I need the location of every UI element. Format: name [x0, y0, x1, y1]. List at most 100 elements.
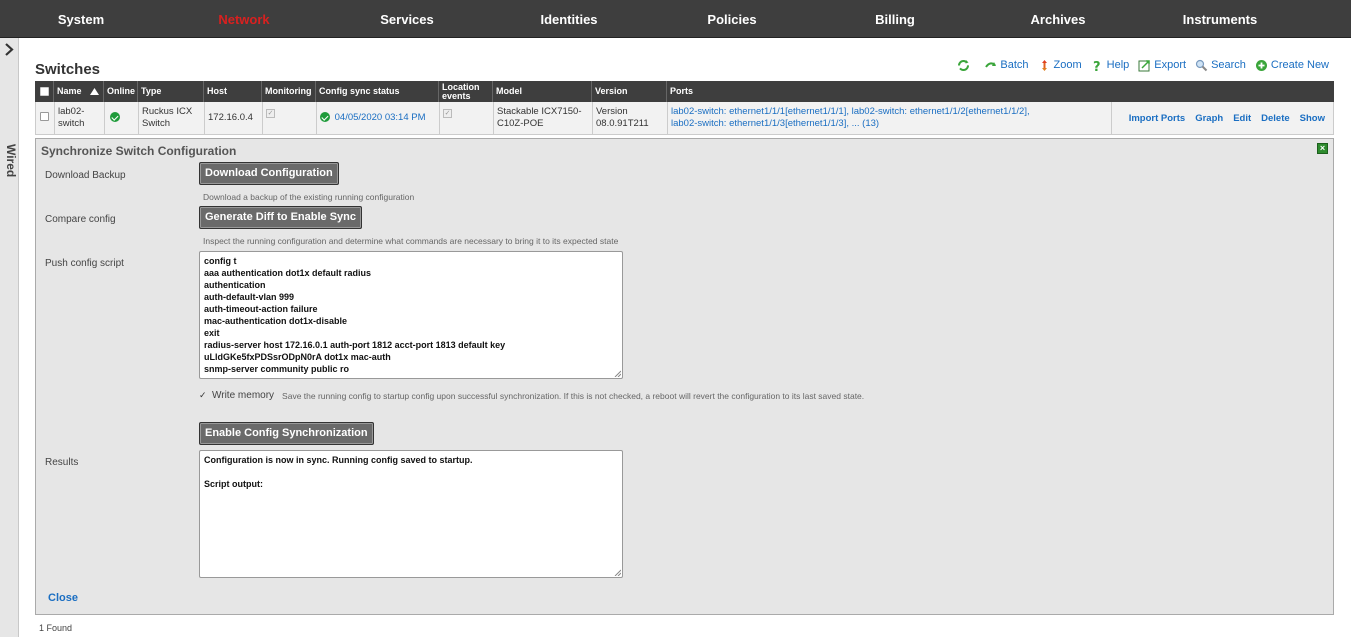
script-line: auth-default-vlan 999	[204, 292, 295, 302]
search-label: Search	[1211, 59, 1246, 71]
nav-instruments[interactable]: Instruments	[1183, 0, 1257, 38]
panel-title: Synchronize Switch Configuration	[41, 144, 237, 158]
select-all-checkbox[interactable]	[39, 87, 49, 96]
header-monitoring[interactable]: Monitoring	[262, 81, 316, 102]
delete-link[interactable]: Delete	[1261, 113, 1290, 124]
page-title: Switches	[35, 61, 101, 78]
resize-handle-icon[interactable]	[614, 569, 621, 576]
header-ports[interactable]: Ports	[667, 81, 1334, 102]
download-configuration-button[interactable]: Download Configuration	[199, 162, 339, 185]
top-nav: System Network Services Identities Polic…	[0, 0, 1351, 38]
edit-link[interactable]: Edit	[1233, 113, 1251, 124]
ports-link-line2[interactable]: lab02-switch: ethernet1/1/3[ethernet1/1/…	[671, 118, 1108, 130]
header-name-label: Name	[57, 86, 82, 96]
graph-link[interactable]: Graph	[1195, 113, 1223, 124]
script-line: authentication	[204, 280, 266, 290]
refresh-button[interactable]	[957, 59, 973, 72]
batch-icon	[985, 61, 997, 68]
script-line: snmp-server community public ro	[204, 364, 350, 374]
monitoring-check-icon: ✓	[266, 109, 275, 118]
nav-policies[interactable]: Policies	[707, 0, 756, 38]
import-ports-link[interactable]: Import Ports	[1129, 113, 1185, 124]
enable-config-sync-button[interactable]: Enable Config Synchronization	[199, 422, 374, 445]
row-host: 172.16.0.4	[205, 102, 263, 134]
row-model: Stackable ICX7150-C10Z-POE	[494, 102, 593, 134]
push-config-label: Push config script	[45, 258, 124, 269]
header-version[interactable]: Version	[592, 81, 667, 102]
select-all-header	[35, 81, 54, 102]
write-memory-row: ✓ Write memory Save the running config t…	[199, 390, 864, 401]
header-name[interactable]: Name	[54, 81, 104, 102]
row-actions: Import Ports Graph Edit Delete Show	[1119, 102, 1325, 134]
generate-diff-button[interactable]: Generate Diff to Enable Sync	[199, 206, 362, 229]
nav-identities[interactable]: Identities	[540, 0, 597, 38]
row-checkbox[interactable]	[40, 112, 49, 121]
export-button[interactable]: Export	[1138, 59, 1186, 72]
results-label: Results	[45, 457, 79, 468]
help-label: Help	[1106, 59, 1130, 71]
svg-text:?: ?	[1093, 60, 1101, 72]
header-model[interactable]: Model	[493, 81, 592, 102]
help-icon: ?	[1093, 60, 1101, 72]
write-memory-help: Save the running config to startup confi…	[282, 390, 865, 401]
header-host[interactable]: Host	[204, 81, 262, 102]
nav-services[interactable]: Services	[380, 0, 434, 38]
table-row[interactable]: lab02-switch Ruckus ICX Switch 172.16.0.…	[35, 102, 1334, 135]
search-icon	[1195, 59, 1208, 71]
nav-network[interactable]: Network	[218, 0, 269, 38]
resize-handle-icon[interactable]	[614, 370, 621, 377]
nav-archives[interactable]: Archives	[1031, 0, 1086, 38]
wired-tab-label: Wired	[4, 144, 18, 178]
write-memory-checkbox[interactable]: ✓	[199, 391, 208, 400]
results-line: Script output:	[204, 479, 263, 489]
row-ports-cell: lab02-switch: ethernet1/1/1[ethernet1/1/…	[668, 102, 1112, 134]
online-check-icon	[110, 112, 120, 123]
results-line-blank	[204, 466, 618, 478]
wired-side-tab[interactable]: Wired	[0, 38, 19, 637]
script-line: exit	[204, 328, 220, 338]
search-button[interactable]: Search	[1195, 59, 1246, 72]
results-line: Configuration is now in sync. Running co…	[204, 455, 473, 465]
compare-config-label: Compare config	[45, 214, 116, 225]
zoom-label: Zoom	[1053, 59, 1082, 71]
script-line: config t	[204, 256, 237, 266]
table-header: Name Online Type Host Monitoring Config …	[35, 81, 1334, 102]
config-sync-link[interactable]: 04/05/2020 03:14 PM	[335, 112, 426, 123]
nav-system[interactable]: System	[58, 0, 104, 38]
row-location-cell: ✓	[440, 102, 494, 134]
chevron-right-icon[interactable]	[3, 43, 16, 56]
show-link[interactable]: Show	[1300, 113, 1325, 124]
row-name: lab02-switch	[55, 102, 105, 134]
header-online[interactable]: Online	[104, 81, 138, 102]
row-select-cell	[36, 102, 55, 134]
header-type[interactable]: Type	[138, 81, 204, 102]
close-link[interactable]: Close	[48, 592, 78, 604]
script-line: auth-timeout-action failure	[204, 304, 318, 314]
download-backup-label: Download Backup	[45, 170, 126, 181]
script-line: mac-authentication dot1x-disable	[204, 316, 348, 326]
header-config-sync[interactable]: Config sync status	[316, 81, 439, 102]
ports-link-line1[interactable]: lab02-switch: ethernet1/1/1[ethernet1/1/…	[671, 106, 1108, 118]
nav-billing[interactable]: Billing	[875, 0, 915, 38]
batch-label: Batch	[1000, 59, 1029, 71]
help-button[interactable]: ? Help	[1091, 59, 1130, 72]
batch-button[interactable]: Batch	[984, 59, 1029, 72]
create-new-button[interactable]: Create New	[1255, 59, 1329, 72]
close-panel-icon[interactable]: ×	[1317, 143, 1328, 154]
row-type: Ruckus ICX Switch	[139, 102, 205, 134]
found-count: 1 Found	[39, 623, 73, 633]
refresh-icon	[958, 59, 970, 71]
switches-table: Name Online Type Host Monitoring Config …	[35, 81, 1334, 135]
export-icon	[1138, 59, 1151, 71]
sync-ok-icon	[320, 112, 330, 123]
plus-circle-icon	[1255, 59, 1267, 71]
location-check-icon: ✓	[443, 109, 452, 118]
row-config-sync-cell: 04/05/2020 03:14 PM	[317, 102, 440, 134]
download-help: Download a backup of the existing runnin…	[203, 192, 415, 202]
zoom-button[interactable]: Zoom	[1038, 59, 1082, 72]
script-line: uLldGKe5fxPDSsrODpN0rA dot1x mac-auth	[204, 352, 391, 362]
push-config-textarea[interactable]: config t aaa authentication dot1x defaul…	[199, 251, 623, 379]
results-textarea[interactable]: Configuration is now in sync. Running co…	[199, 450, 623, 578]
script-line: radius-server host 172.16.0.1 auth-port …	[204, 340, 506, 350]
header-location-events[interactable]: Location events	[439, 81, 493, 102]
